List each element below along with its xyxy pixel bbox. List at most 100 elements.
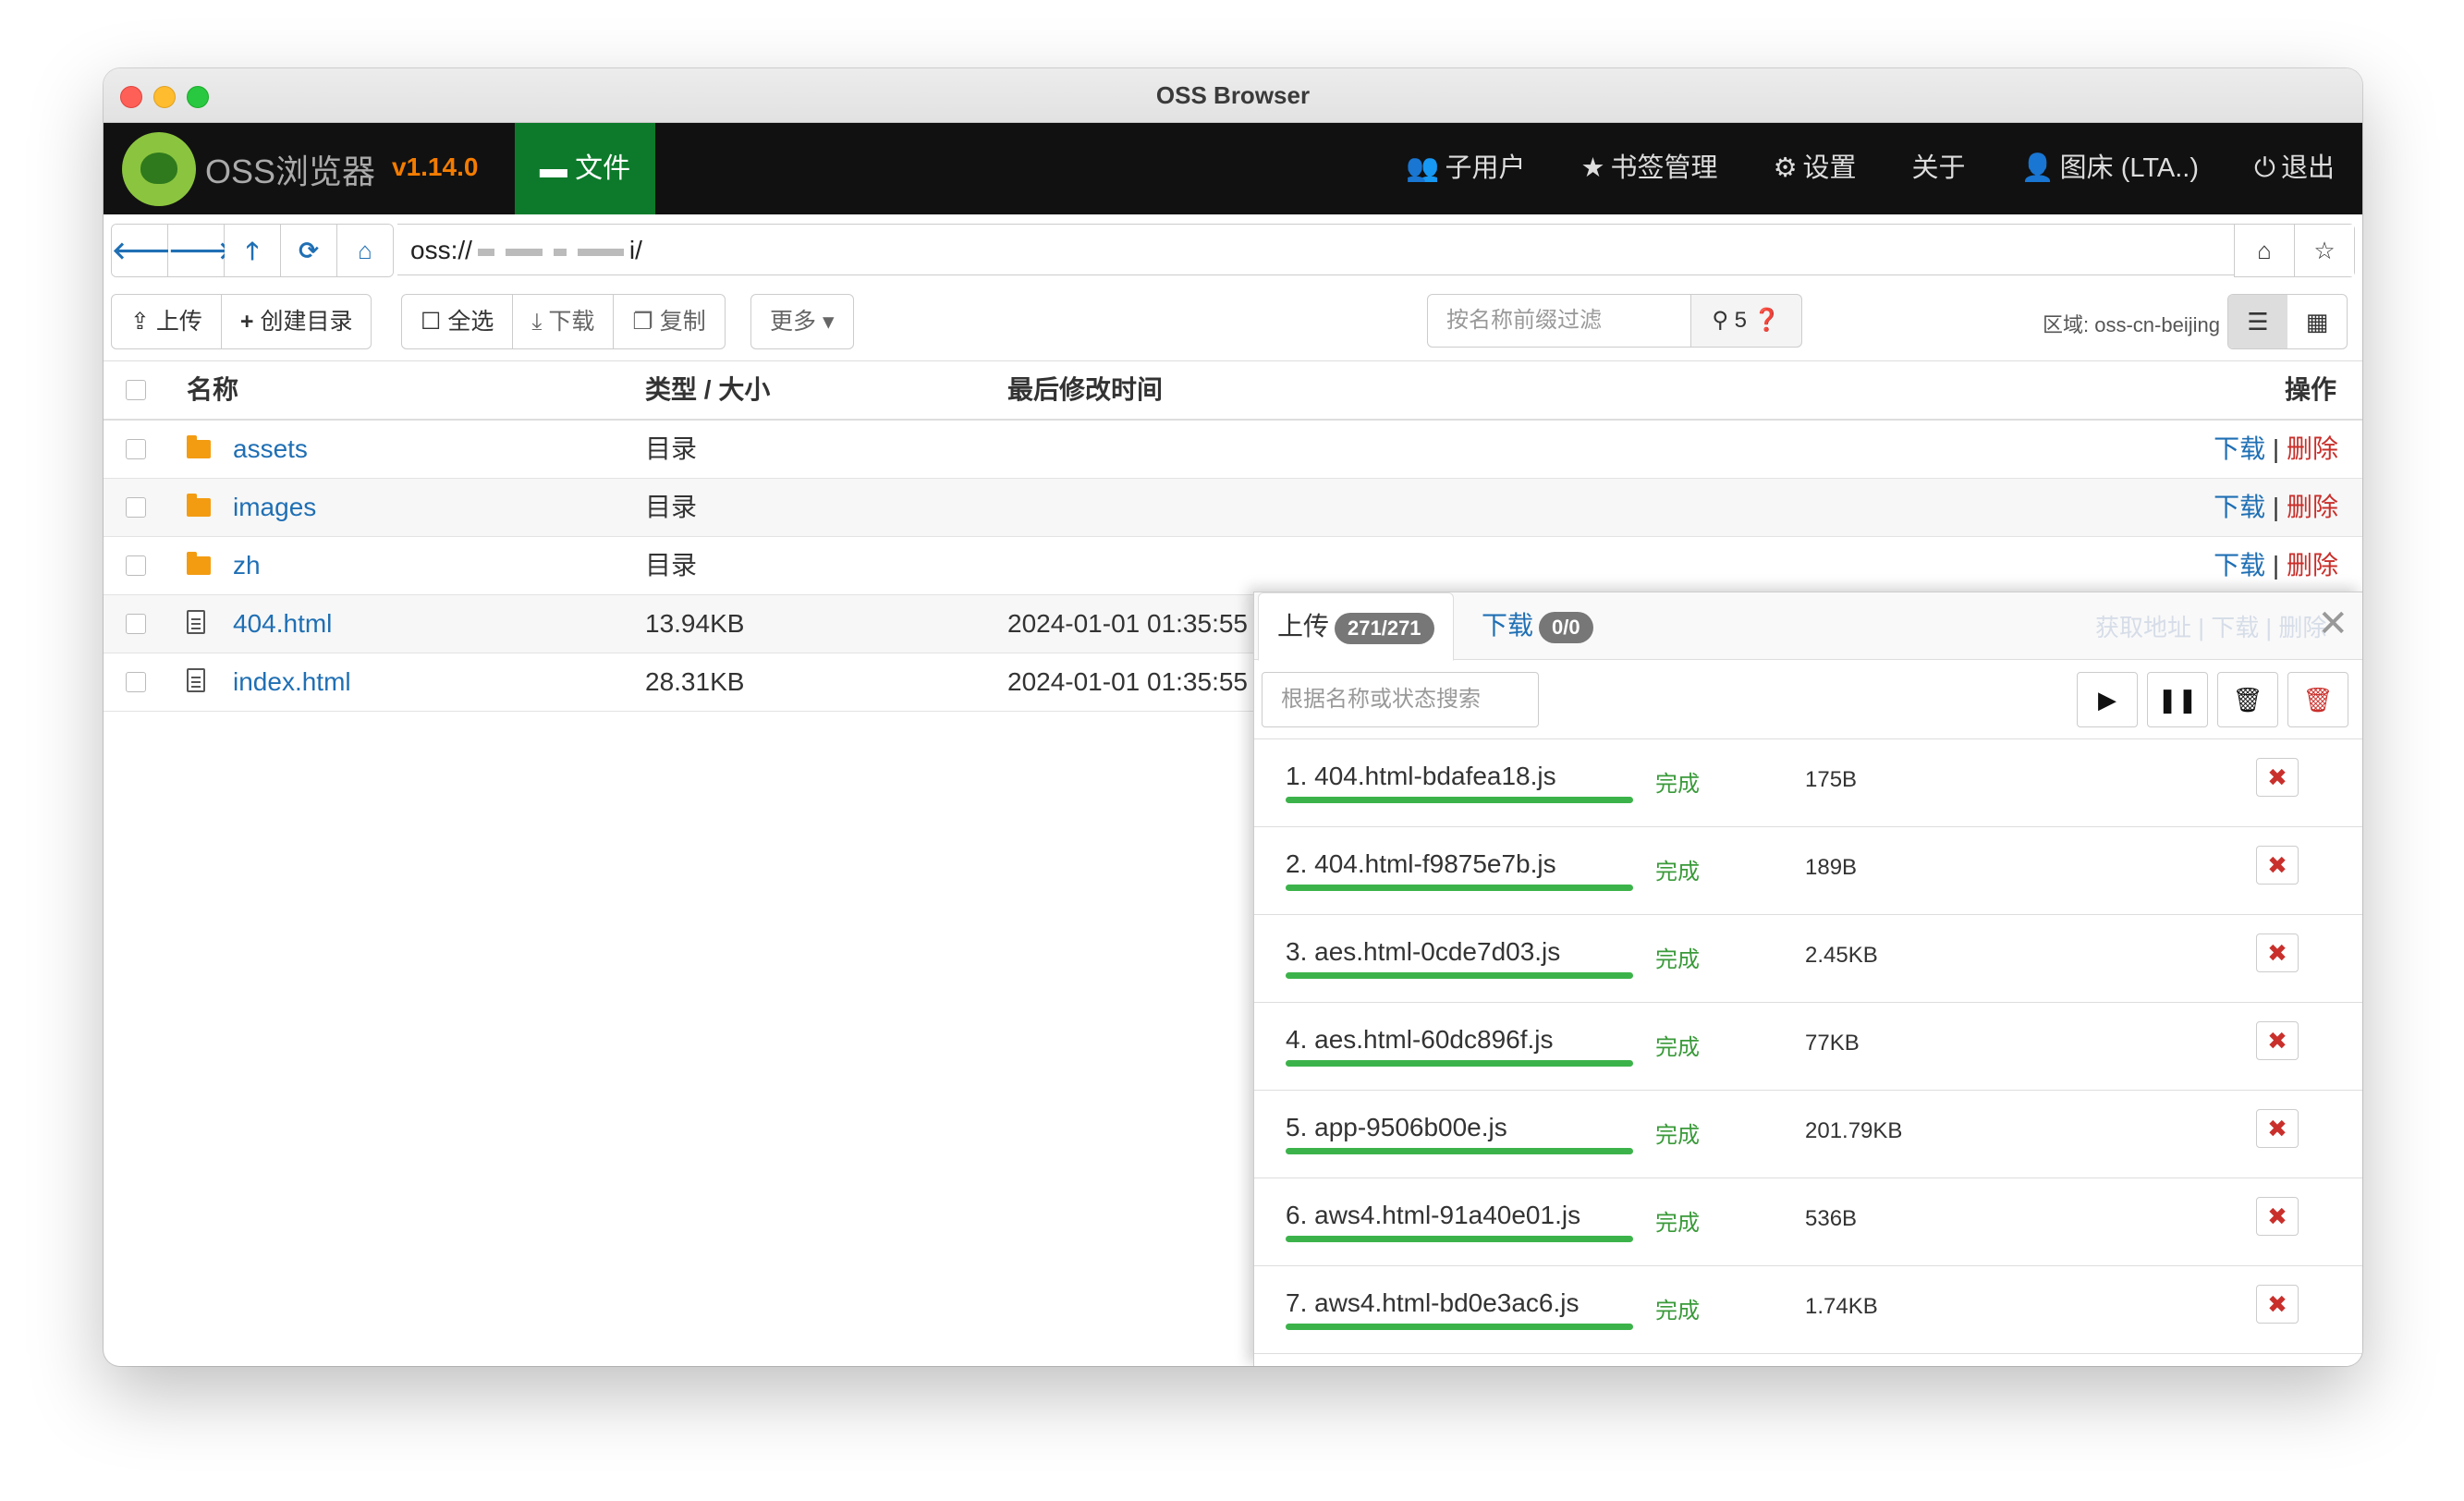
- nav-item-1[interactable]: ★ 书签管理: [1554, 123, 1746, 214]
- row-checkbox[interactable]: [126, 439, 146, 459]
- brand-name: OSS浏览器: [205, 153, 376, 190]
- trash-icon: 🗑: [2232, 686, 2263, 714]
- transfer-progress-bar: [1286, 972, 1633, 979]
- transfer-item: 2. 404.html-f9875e7b.js 完成 189B ✖: [1254, 827, 2362, 915]
- start-all-button[interactable]: ▶: [2077, 672, 2138, 727]
- filter-search-button[interactable]: ⚲ 5 ❓: [1691, 294, 1802, 348]
- header-name[interactable]: 名称: [187, 361, 238, 419]
- transfer-status: 完成: [1655, 772, 1700, 797]
- remove-item-button[interactable]: ✖: [2256, 1109, 2299, 1148]
- mkdir-button[interactable]: + 创建目录: [222, 295, 372, 348]
- file-icon: [187, 668, 205, 692]
- file-icon: [187, 610, 205, 634]
- row-name[interactable]: assets: [233, 421, 308, 478]
- plus-icon: +: [239, 309, 261, 335]
- row-name[interactable]: index.html: [233, 653, 351, 711]
- row-name[interactable]: images: [233, 479, 316, 536]
- prefix-filter-input[interactable]: 按名称前缀过滤: [1427, 294, 1691, 348]
- maximize-window-button[interactable]: [187, 86, 209, 108]
- download-tab[interactable]: 下载 0/0: [1463, 592, 1612, 659]
- up-button[interactable]: 🡑: [225, 225, 281, 276]
- more-dropdown[interactable]: 更多 ▾: [751, 295, 853, 348]
- remove-item-button[interactable]: ✖: [2256, 934, 2299, 972]
- nav-files-label: 文件: [575, 153, 631, 184]
- transfer-item: 5. app-9506b00e.js 完成 201.79KB ✖: [1254, 1091, 2362, 1178]
- row-download-link[interactable]: 下载: [2214, 551, 2265, 580]
- select-all-checkbox[interactable]: [126, 380, 146, 400]
- transfer-progress-bar: [1286, 1236, 1633, 1242]
- caret-down-icon: ▾: [816, 309, 835, 335]
- back-button[interactable]: 🡐: [112, 225, 177, 276]
- row-checkbox[interactable]: [126, 672, 146, 692]
- row-delete-link[interactable]: 删除: [2287, 434, 2338, 463]
- home-bookmark-button[interactable]: ⌂: [2235, 225, 2295, 276]
- forward-button[interactable]: 🡒: [168, 225, 233, 276]
- nav-item-0[interactable]: 👥 子用户: [1378, 123, 1553, 214]
- row-checkbox[interactable]: [126, 555, 146, 576]
- download-button[interactable]: ⤓ 下载: [513, 295, 615, 348]
- transfer-tabs: 上传 271/271 下载 0/0 获取地址 | 下载 | 删除 ✕: [1254, 592, 2362, 661]
- close-icon: ✖: [2267, 763, 2287, 791]
- nav-item-4[interactable]: 👤 图床 (LTA..): [1994, 123, 2226, 214]
- remove-all-button[interactable]: 🗑: [2287, 672, 2348, 727]
- users-icon: 👥: [1406, 153, 1440, 183]
- nav-item-3[interactable]: 关于: [1885, 123, 1994, 214]
- row-checkbox[interactable]: [126, 497, 146, 518]
- play-icon: ▶: [2098, 686, 2116, 714]
- remove-item-button[interactable]: ✖: [2256, 758, 2299, 797]
- close-window-button[interactable]: [120, 86, 142, 108]
- close-icon: ✖: [2267, 1290, 2287, 1318]
- list-view-button[interactable]: ☰: [2228, 295, 2287, 348]
- home-button[interactable]: ⌂: [337, 225, 393, 276]
- transfer-size: 536B: [1805, 1206, 1858, 1231]
- transfer-status: 完成: [1655, 1211, 1700, 1236]
- transfer-search-input[interactable]: 根据名称或状态搜索: [1262, 672, 1539, 727]
- bookmark-star-button[interactable]: ☆: [2295, 225, 2354, 276]
- nav-item-5[interactable]: ⏻ 退出: [2226, 123, 2362, 214]
- row-checkbox[interactable]: [126, 614, 146, 634]
- row-name[interactable]: zh: [233, 537, 261, 594]
- transfer-status: 完成: [1655, 1123, 1700, 1148]
- table-row[interactable]: assets 目录 下载 | 删除: [104, 421, 2362, 479]
- header-type-size[interactable]: 类型 / 大小: [645, 361, 770, 419]
- transfer-item-name: 7. aws4.html-bd0e3ac6.js: [1286, 1288, 1580, 1317]
- transfer-progress-fill: [1286, 1148, 1633, 1154]
- row-download-link[interactable]: 下载: [2214, 493, 2265, 521]
- transfer-progress-fill: [1286, 1236, 1633, 1242]
- nav-files-tab[interactable]: ▬ 文件: [515, 123, 655, 214]
- header-modified[interactable]: 最后修改时间: [1007, 361, 1163, 419]
- upload-button[interactable]: ⇪ 上传: [112, 295, 222, 348]
- copy-button[interactable]: ❐ 复制: [614, 295, 724, 348]
- grid-view-button[interactable]: ▦: [2287, 295, 2347, 348]
- upload-tab[interactable]: 上传 271/271: [1258, 592, 1454, 661]
- address-input[interactable]: oss:// i/: [397, 224, 2237, 275]
- transfer-progress-bar: [1286, 1148, 1633, 1154]
- checkbox-icon: ☐: [421, 309, 448, 335]
- nav-item-2[interactable]: ⚙ 设置: [1746, 123, 1885, 214]
- table-row[interactable]: zh 目录 下载 | 删除: [104, 537, 2362, 595]
- row-download-link[interactable]: 下载: [2214, 434, 2265, 463]
- remove-item-button[interactable]: ✖: [2256, 1285, 2299, 1324]
- select-all-button[interactable]: ☐ 全选: [402, 295, 514, 348]
- pause-all-button[interactable]: ❚❚: [2147, 672, 2208, 727]
- transfer-progress-fill: [1286, 1324, 1633, 1330]
- row-delete-link[interactable]: 删除: [2287, 493, 2338, 521]
- table-row[interactable]: images 目录 下载 | 删除: [104, 479, 2362, 537]
- row-delete-link[interactable]: 删除: [2287, 551, 2338, 580]
- row-name[interactable]: 404.html: [233, 595, 332, 653]
- remove-item-button[interactable]: ✖: [2256, 1021, 2299, 1060]
- clear-finished-button[interactable]: 🗑: [2217, 672, 2278, 727]
- transfer-list: 1. 404.html-bdafea18.js 完成 175B ✖ 2. 404.htm…: [1254, 738, 2362, 1366]
- close-icon[interactable]: ✕: [2317, 605, 2348, 642]
- remove-item-button[interactable]: ✖: [2256, 846, 2299, 885]
- remove-item-button[interactable]: ✖: [2256, 1197, 2299, 1236]
- close-icon: ✖: [2267, 1027, 2287, 1055]
- nav-item-label: 退出: [2280, 153, 2335, 183]
- refresh-button[interactable]: ⟳: [281, 225, 337, 276]
- ops-separator: |: [2272, 434, 2280, 463]
- minimize-window-button[interactable]: [153, 86, 176, 108]
- upload-count-badge: 271/271: [1335, 612, 1434, 644]
- window-titlebar: OSS Browser: [104, 68, 2362, 123]
- trash-red-icon: 🗑: [2302, 686, 2334, 714]
- transfer-progress-fill: [1286, 1060, 1633, 1067]
